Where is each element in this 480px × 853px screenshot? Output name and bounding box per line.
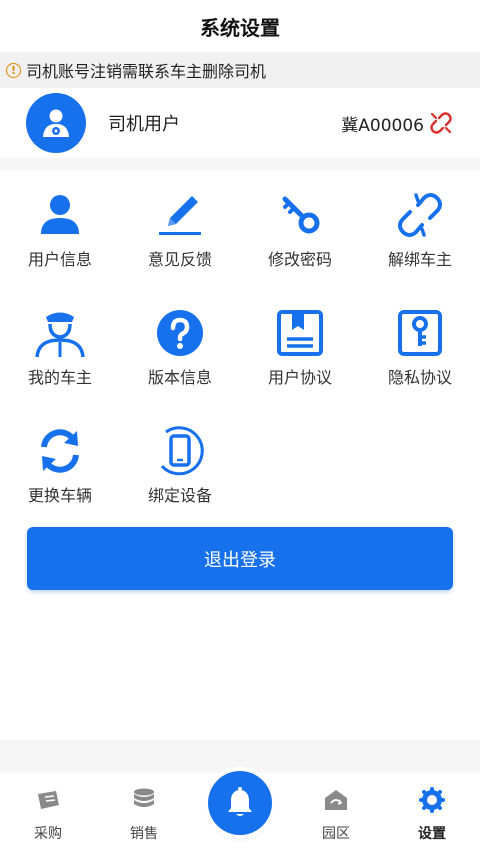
pencil-icon (152, 190, 208, 240)
avatar (26, 93, 86, 153)
tab-label: 园区 (322, 826, 350, 842)
menu-feedback[interactable]: 意见反馈 (120, 190, 240, 308)
menu-label: 修改密码 (267, 250, 332, 269)
menu-label: 隐私协议 (387, 368, 452, 387)
gear-icon (419, 787, 445, 813)
ticket-icon (35, 787, 61, 813)
tab-purchase[interactable]: 采购 (0, 773, 96, 853)
logout-button[interactable]: 退出登录 (27, 527, 453, 590)
page-title: 系统设置 (200, 15, 280, 40)
tab-label: 采购 (34, 826, 62, 842)
menu-user-info[interactable]: 用户信息 (0, 190, 120, 308)
plate-number: 冀A00006 (341, 115, 424, 136)
tab-park[interactable]: 园区 (288, 773, 384, 853)
menu-label: 意见反馈 (147, 250, 212, 269)
unlink-icon[interactable] (428, 110, 454, 136)
menu-privacy-agreement[interactable]: 隐私协议 (360, 308, 480, 426)
key-icon (272, 190, 328, 240)
notice-text: 司机账号注销需联系车主删除司机 (26, 62, 267, 81)
unlink-icon (392, 190, 448, 240)
menu-label: 版本信息 (147, 368, 212, 387)
settings-panel: 用户信息 意见反馈 修改密码 解绑车主 我的车主 版本信息 用户协议 隐私协议 … (0, 170, 480, 740)
user-name: 司机用户 (108, 114, 180, 135)
driver-avatar-icon (43, 109, 69, 137)
phone-icon (152, 426, 208, 476)
settings-grid: 用户信息 意见反馈 修改密码 解绑车主 我的车主 版本信息 用户协议 隐私协议 … (0, 190, 480, 544)
tab-sales[interactable]: 销售 (96, 773, 192, 853)
refresh-icon (32, 426, 88, 476)
tab-settings[interactable]: 设置 (384, 773, 480, 853)
menu-label: 解绑车主 (387, 250, 452, 269)
document-icon (272, 308, 328, 358)
top-bar: 系统设置 (0, 0, 480, 52)
menu-change-password[interactable]: 修改密码 (240, 190, 360, 308)
key-card-icon (392, 308, 448, 358)
menu-unbind-owner[interactable]: 解绑车主 (360, 190, 480, 308)
menu-my-owner[interactable]: 我的车主 (0, 308, 120, 426)
user-icon (32, 190, 88, 240)
tab-label: 设置 (418, 826, 446, 842)
bell-icon (228, 787, 252, 816)
notice-bar: ! 司机账号注销需联系车主删除司机 (0, 52, 480, 88)
user-card[interactable]: 司机用户 冀A00006 (0, 88, 480, 158)
question-icon (152, 308, 208, 358)
warning-icon: ! (6, 62, 21, 78)
menu-label: 用户信息 (27, 250, 92, 269)
notification-button[interactable] (208, 771, 272, 835)
menu-label: 绑定设备 (147, 486, 212, 505)
tab-label: 销售 (130, 826, 158, 842)
driver-icon (32, 308, 88, 358)
menu-label: 我的车主 (27, 368, 92, 387)
menu-label: 用户协议 (267, 368, 332, 387)
menu-user-agreement[interactable]: 用户协议 (240, 308, 360, 426)
menu-label: 更换车辆 (27, 486, 92, 505)
menu-version-info[interactable]: 版本信息 (120, 308, 240, 426)
home-icon (323, 787, 349, 813)
coins-icon (131, 787, 157, 813)
